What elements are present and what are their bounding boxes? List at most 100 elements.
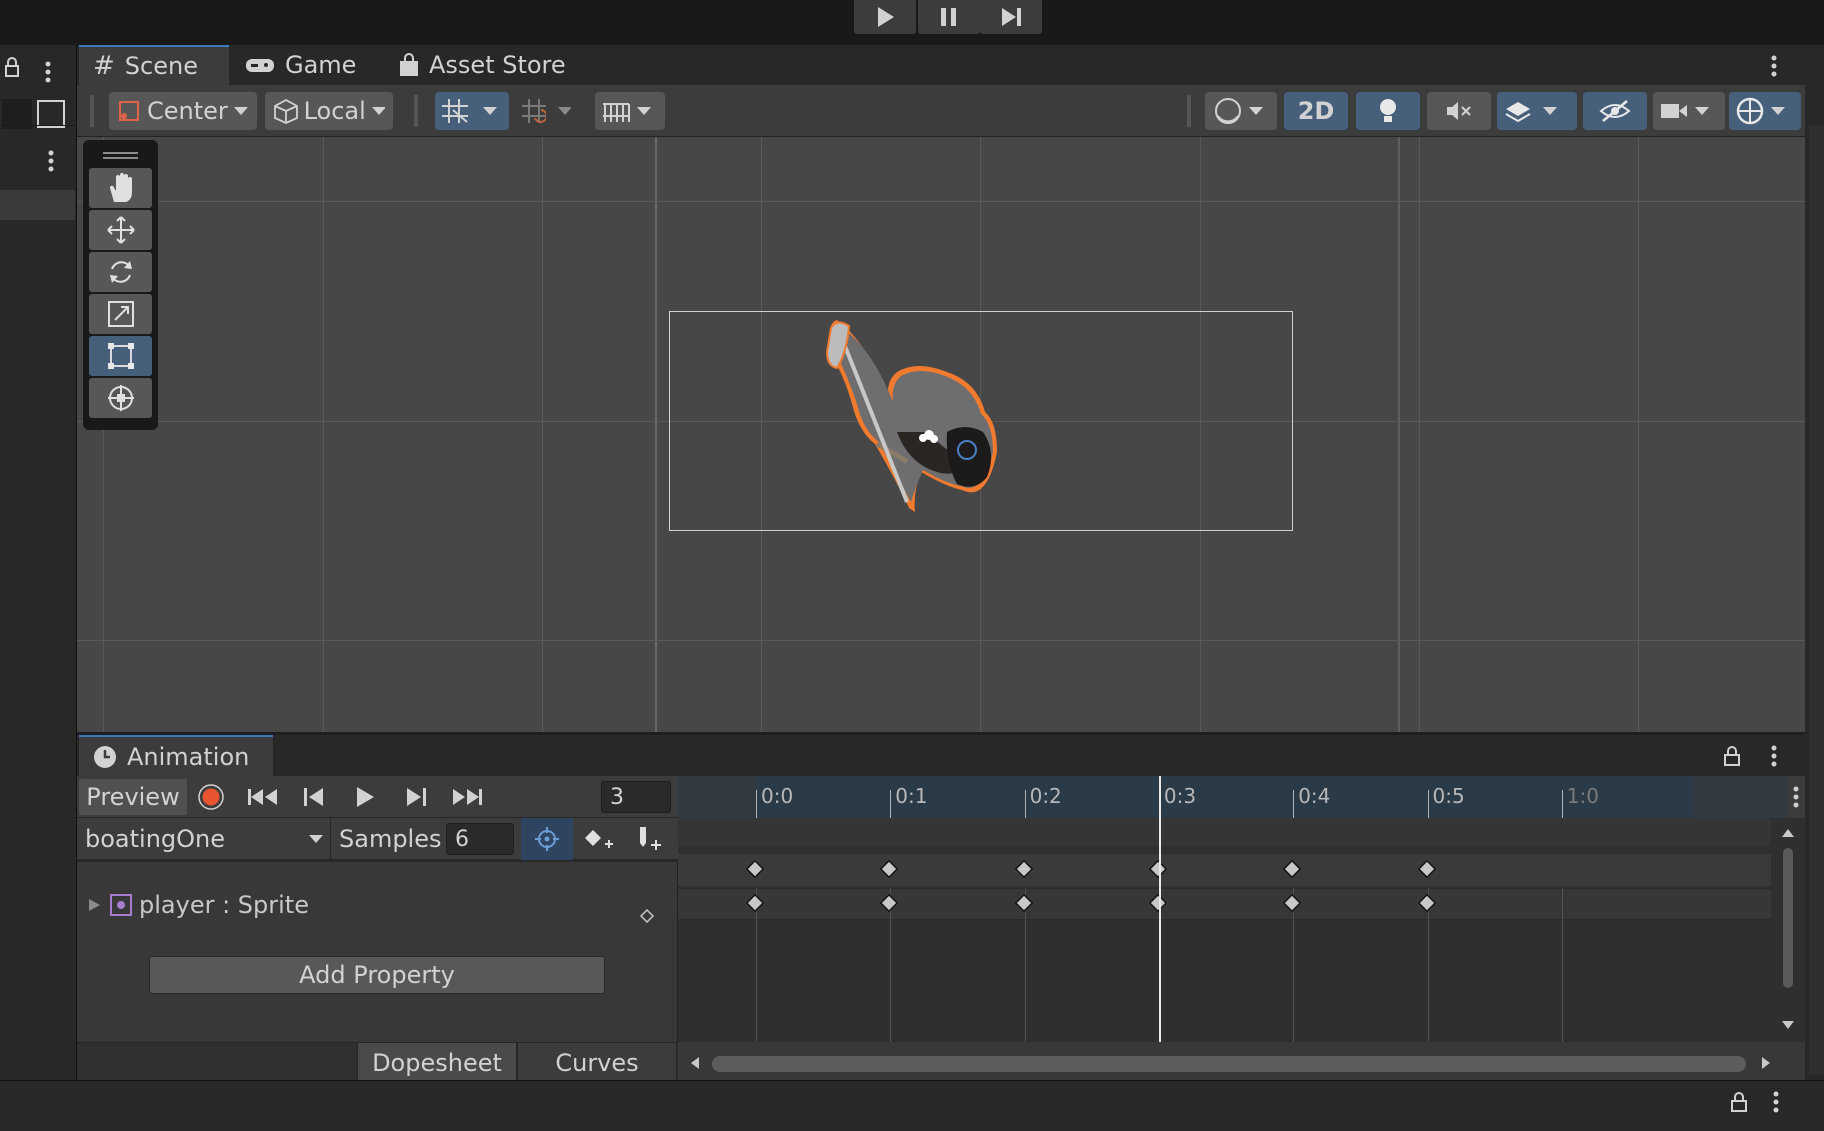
eye-hidden-icon	[1599, 100, 1631, 122]
first-key-button[interactable]	[240, 779, 286, 815]
scroll-up-arrow-icon[interactable]	[1781, 828, 1795, 838]
filter-selected-toggle[interactable]	[521, 818, 573, 860]
lock-icon[interactable]	[1722, 745, 1742, 767]
scale-icon	[107, 301, 134, 327]
preview-toggle[interactable]: Preview	[79, 779, 187, 815]
grid-snap-icon	[442, 99, 468, 123]
key-diamond-icon[interactable]	[640, 909, 654, 923]
increment-snap-toggle[interactable]	[515, 92, 577, 130]
kebab-menu-icon[interactable]	[1771, 1089, 1781, 1115]
summary-keyframe[interactable]	[879, 859, 900, 879]
playhead[interactable]	[1158, 776, 1161, 1044]
summary-keyframe[interactable]	[1282, 859, 1303, 879]
kebab-menu-icon[interactable]	[1791, 784, 1801, 810]
horizontal-scrollbar[interactable]	[712, 1056, 1746, 1072]
sprite-keyframe[interactable]	[745, 893, 765, 913]
animation-hierarchy-pane: Preview 3 boatingOne Samples 6 player: …	[77, 776, 678, 1083]
play-button[interactable]	[854, 0, 916, 34]
shopping-bag-icon	[400, 53, 418, 76]
kebab-menu-icon[interactable]	[1769, 53, 1779, 79]
frame-field[interactable]: 3	[601, 781, 671, 813]
property-row[interactable]: player : Sprite	[85, 891, 309, 919]
camera-icon	[1661, 104, 1687, 118]
scroll-left-arrow-icon[interactable]	[690, 1056, 700, 1070]
rect-tool-button[interactable]	[89, 336, 152, 376]
animation-window: Animation Preview 3 boatingOne Samples 6…	[77, 732, 1805, 1083]
dopesheet-tab[interactable]: Dopesheet	[357, 1042, 517, 1083]
player-sprite[interactable]	[797, 312, 1097, 552]
play-animation-button[interactable]	[342, 779, 388, 815]
sprite-keyframe[interactable]	[879, 893, 900, 913]
add-event-icon	[640, 827, 661, 850]
gamepad-icon	[246, 59, 274, 72]
sprite-keyframe[interactable]	[1282, 893, 1303, 913]
playback-controls: Preview 3	[77, 776, 678, 818]
dopesheet-timeline[interactable]: 0:0 0:1 0:2 0:3 0:4 0:5 1:0	[678, 776, 1805, 1083]
tab-animation[interactable]: Animation	[79, 735, 273, 776]
scene-viewport[interactable]	[77, 137, 1805, 732]
scene-visibility-toggle[interactable]	[1583, 92, 1647, 130]
effects-dropdown[interactable]	[1497, 92, 1577, 130]
summary-keyframe[interactable]	[1013, 859, 1034, 879]
lock-icon[interactable]	[1729, 1091, 1749, 1113]
audio-toggle[interactable]	[1427, 92, 1491, 130]
snap-settings-dropdown[interactable]	[595, 92, 665, 130]
summary-keyframe[interactable]	[745, 859, 765, 879]
play-icon	[878, 7, 894, 27]
summary-keyframe[interactable]	[1416, 859, 1437, 879]
space-dropdown[interactable]: Local	[265, 92, 393, 130]
tab-game[interactable]: Game	[245, 45, 356, 85]
step-button[interactable]	[980, 0, 1042, 34]
tab-scene[interactable]: # Scene	[79, 45, 229, 85]
clip-dropdown[interactable]: boatingOne	[79, 820, 328, 858]
chevron-down-icon	[637, 107, 651, 115]
lightbulb-icon	[1380, 99, 1396, 122]
chevron-down-icon	[1695, 107, 1709, 115]
lighting-toggle[interactable]	[1356, 92, 1420, 130]
add-event-button[interactable]	[627, 821, 671, 857]
rotate-tool-button[interactable]	[89, 252, 152, 292]
chevron-down-icon	[1771, 107, 1785, 115]
gizmos-dropdown[interactable]	[1729, 92, 1801, 130]
add-property-button[interactable]: Add Property	[149, 956, 605, 994]
sprite-keyframe[interactable]	[1416, 893, 1437, 913]
next-key-icon	[407, 788, 426, 806]
draw-mode-dropdown[interactable]	[1205, 92, 1277, 130]
transform-tool-button[interactable]	[89, 378, 152, 418]
effects-layers-icon	[1505, 102, 1531, 123]
2d-mode-toggle[interactable]: 2D	[1284, 92, 1348, 130]
hand-tool-button[interactable]	[89, 168, 152, 208]
scene-toolbar: Center Local 2D	[77, 85, 1805, 137]
sprite-keyframe[interactable]	[1013, 893, 1034, 913]
chevron-down-icon	[558, 107, 571, 115]
first-key-icon	[248, 789, 277, 805]
last-key-button[interactable]	[444, 779, 490, 815]
shading-sphere-icon	[1215, 98, 1241, 124]
tab-asset-store[interactable]: Asset Store	[399, 45, 566, 85]
record-button[interactable]	[191, 779, 231, 815]
scroll-down-arrow-icon[interactable]	[1781, 1020, 1795, 1030]
samples-field[interactable]: 6	[446, 823, 514, 855]
scroll-right-arrow-icon[interactable]	[1761, 1056, 1771, 1070]
expand-arrow-icon[interactable]	[85, 896, 103, 914]
scale-tool-button[interactable]	[89, 294, 152, 334]
bottom-panel-bar	[0, 1080, 1824, 1131]
prev-key-icon	[304, 788, 323, 806]
move-arrows-icon	[106, 216, 135, 244]
next-key-button[interactable]	[393, 779, 439, 815]
curves-tab[interactable]: Curves	[517, 1042, 677, 1083]
summary-keyframe[interactable]	[1147, 859, 1168, 879]
grid-hash-icon: #	[93, 51, 115, 81]
crosshair-icon	[535, 827, 559, 851]
chevron-down-icon	[1543, 107, 1557, 115]
prev-key-button[interactable]	[291, 779, 337, 815]
pause-button[interactable]	[918, 0, 980, 34]
add-keyframe-button[interactable]	[577, 821, 621, 857]
sprite-keyframe[interactable]	[1147, 893, 1168, 913]
kebab-menu-icon[interactable]	[1769, 743, 1779, 769]
vertical-scrollbar[interactable]	[1783, 848, 1793, 988]
move-tool-button[interactable]	[89, 210, 152, 250]
pivot-dropdown[interactable]: Center	[109, 92, 257, 130]
camera-dropdown[interactable]	[1653, 92, 1725, 130]
grid-snap-toggle[interactable]	[435, 92, 509, 130]
